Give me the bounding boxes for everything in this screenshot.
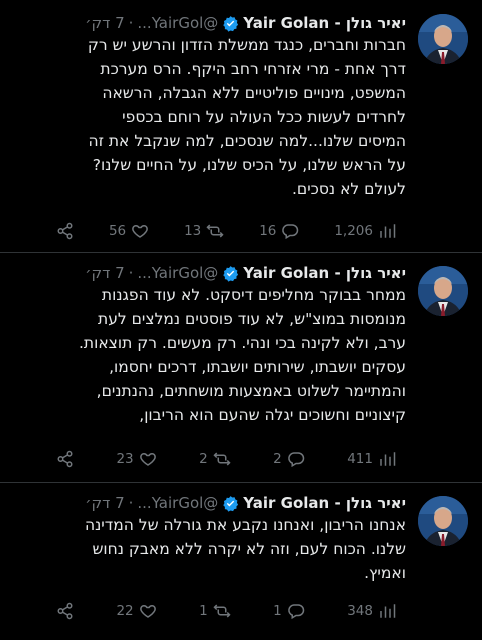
like-count: 56 <box>108 223 127 239</box>
reply-count: 16 <box>259 223 277 239</box>
dot-separator: · <box>128 264 134 282</box>
tweet-text-line: לחרדים לעשות ככל העולה על רוחם בכספי <box>122 108 406 126</box>
heart-icon <box>139 452 156 466</box>
retweet-count: 13 <box>184 223 202 239</box>
view-count: 411 <box>347 451 373 467</box>
like-button[interactable]: 56 <box>109 222 149 240</box>
retweet-button[interactable]: 2 <box>199 450 231 468</box>
tweet-text: ממחר בבוקר מחליפים דיסקט. לא עוד הפגנות … <box>6 283 406 427</box>
view-count: 348 <box>347 603 373 619</box>
share-button[interactable] <box>56 450 74 468</box>
tweet-text-line: עסקים יושבתו, שירותים יושבתו, דרכים יחסמ… <box>109 358 406 376</box>
dot-separator: · <box>128 494 134 512</box>
tweet-text-line: מנומסות במוצ"ש, לא עוד פוסטים נמלצים לעת <box>98 310 406 328</box>
verified-badge-icon <box>222 265 239 282</box>
reply-count: 2 <box>273 451 282 467</box>
retweet-count: 1 <box>199 603 208 619</box>
verified-badge-icon <box>222 15 239 32</box>
share-icon <box>57 222 73 240</box>
speech-bubble-icon <box>287 604 304 620</box>
heart-icon <box>132 224 148 238</box>
author-name[interactable]: יאיר גולן - Yair Golan <box>243 264 406 282</box>
bar-chart-icon <box>380 224 396 238</box>
tweet-text: אנחנו הריבון, ואנחנו נקבע את גורלה של המ… <box>6 513 406 585</box>
view-count: 1,206 <box>334 223 373 239</box>
share-button[interactable] <box>56 602 74 620</box>
tweet-time[interactable]: 7 דק׳ <box>85 494 124 512</box>
author-name[interactable]: יאיר גולן - Yair Golan <box>243 14 406 32</box>
views-button[interactable]: 348 <box>347 602 396 620</box>
heart-icon <box>139 604 156 618</box>
tweet-text-line: ממחר בבוקר מחליפים דיסקט. לא עוד הפגנות <box>101 286 406 304</box>
author-handle[interactable]: @YairGol... <box>137 494 218 512</box>
author-name[interactable]: יאיר גולן - Yair Golan <box>243 494 406 512</box>
tweet[interactable]: יאיר גולן - Yair Golan @YairGol... · 7 ד… <box>0 258 482 478</box>
tweet-text-line: דרך אחת - מרי אזרחי רחב היקף. הרס מערכת <box>100 60 406 78</box>
like-count: 22 <box>116 603 134 619</box>
retweet-icon <box>213 452 231 466</box>
tweet-text-line: המיסים שלנו...למה שנסכים, למה שנקבל את ז… <box>88 132 406 150</box>
reply-count: 1 <box>273 603 282 619</box>
avatar[interactable] <box>418 14 468 64</box>
retweet-icon <box>213 604 231 618</box>
tweet-text-line: שלנו. הכוח לעם, וזה לא יקרה ללא מאבק נחו… <box>92 540 406 558</box>
tweet-text-line: אנחנו הריבון, ואנחנו נקבע את גורלה של המ… <box>84 516 406 534</box>
retweet-icon <box>206 224 224 238</box>
bar-chart-icon <box>380 452 396 466</box>
tweet-text-line: ואמיץ. <box>364 564 406 582</box>
views-button[interactable]: 1,206 <box>334 222 396 240</box>
retweet-button[interactable]: 13 <box>184 222 224 240</box>
avatar[interactable] <box>418 496 468 546</box>
author-handle[interactable]: @YairGol... <box>137 264 218 282</box>
tweet-feed: יאיר גולן - Yair Golan @YairGol... · 7 ד… <box>0 0 482 640</box>
like-count: 23 <box>116 451 134 467</box>
views-button[interactable]: 411 <box>347 450 396 468</box>
avatar[interactable] <box>418 266 468 316</box>
divider <box>0 482 482 483</box>
verified-badge-icon <box>222 495 239 512</box>
like-button[interactable]: 22 <box>116 602 156 620</box>
reply-button[interactable]: 1 <box>273 602 305 620</box>
speech-bubble-icon <box>287 452 304 468</box>
tweet-time[interactable]: 7 דק׳ <box>85 14 124 32</box>
reply-button[interactable]: 16 <box>259 222 299 240</box>
like-button[interactable]: 23 <box>116 450 156 468</box>
tweet-text-line: חברות וחברים, כנגד ממשלת הזדון והרשע יש … <box>87 36 406 54</box>
divider <box>0 252 482 253</box>
speech-bubble-icon <box>282 224 299 240</box>
tweet[interactable]: יאיר גולן - Yair Golan @YairGol... · 7 ד… <box>0 8 482 246</box>
tweet-actions: 22 1 1 348 <box>56 600 396 622</box>
tweet-header: יאיר גולן - Yair Golan @YairGol... · 7 ד… <box>6 12 406 34</box>
tweet-text-line: על הראש שלנו, על הכיס שלנו, על החיים שלנ… <box>92 156 406 174</box>
tweet-actions: 23 2 2 411 <box>56 448 396 470</box>
tweet-header: יאיר גולן - Yair Golan @YairGol... · 7 ד… <box>6 492 406 514</box>
tweet-text-line: והמתיימר לשלוט באמצעות מושחתים, נהנתנים, <box>96 382 406 400</box>
tweet-text-line: ערב, ולא לקינה בכי ונהי. רק מעשים. רק תו… <box>78 334 406 352</box>
tweet-header: יאיר גולן - Yair Golan @YairGol... · 7 ד… <box>6 262 406 284</box>
reply-button[interactable]: 2 <box>273 450 305 468</box>
tweet-text: חברות וחברים, כנגד ממשלת הזדון והרשע יש … <box>6 33 406 201</box>
share-button[interactable] <box>56 222 74 240</box>
author-handle[interactable]: @YairGol... <box>137 14 218 32</box>
tweet[interactable]: יאיר גולן - Yair Golan @YairGol... · 7 ד… <box>0 488 482 636</box>
retweet-count: 2 <box>199 451 208 467</box>
tweet-actions: 56 13 16 1,206 <box>56 220 396 242</box>
tweet-time[interactable]: 7 דק׳ <box>85 264 124 282</box>
dot-separator: · <box>128 14 134 32</box>
bar-chart-icon <box>380 604 396 618</box>
tweet-text-line: לעולם לא נסכים. <box>292 180 406 198</box>
tweet-text-line: המשפט, מינויים פוליטיים ללא הגבלה, הרשאה <box>102 84 406 102</box>
share-icon <box>57 602 73 620</box>
tweet-text-line: קיצוניים וחשוכים יגלה שהעם הוא הריבון, <box>139 406 406 424</box>
retweet-button[interactable]: 1 <box>199 602 231 620</box>
share-icon <box>57 450 73 468</box>
